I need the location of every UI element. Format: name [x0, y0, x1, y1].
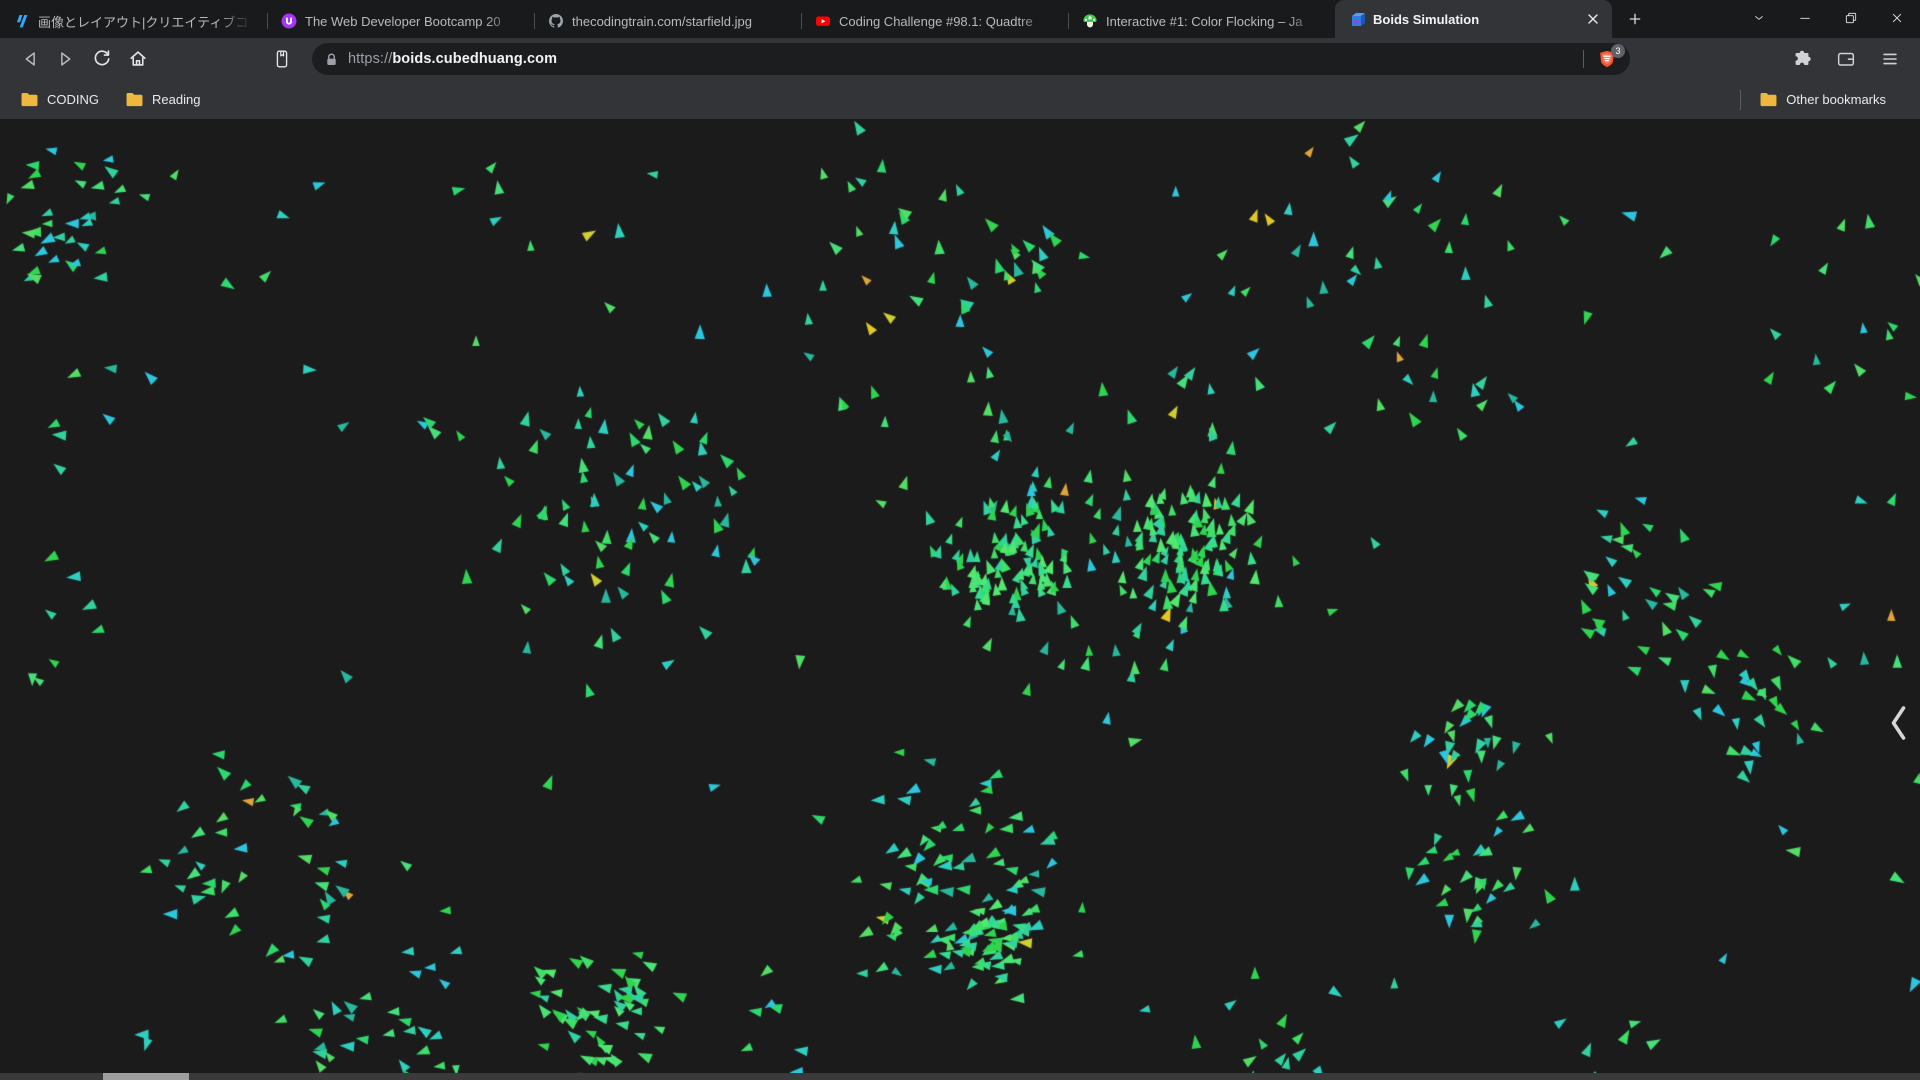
restore-icon — [1845, 12, 1857, 24]
home-button[interactable] — [122, 43, 154, 75]
wallet-button[interactable] — [1830, 43, 1862, 75]
extensions-puzzle-icon — [1795, 50, 1811, 65]
other-bookmarks-label: Other bookmarks — [1786, 92, 1886, 107]
browser-tab[interactable]: Coding Challenge #98.1: Quadtre — [801, 4, 1068, 38]
restore-button[interactable] — [1828, 0, 1874, 36]
page-content — [0, 119, 1920, 1080]
boids-canvas[interactable] — [0, 119, 1920, 1080]
tab-title: 画像とレイアウト|クリエイティブコーデ — [38, 14, 257, 30]
mushroom-icon — [1082, 13, 1098, 29]
reload-icon — [94, 50, 110, 66]
scrollbar-thumb[interactable] — [103, 1073, 189, 1080]
toolbar: https://boids.cubedhuang.com 3 — [0, 38, 1920, 80]
bookmark-folder-item[interactable]: CODING — [14, 86, 105, 114]
minimize-button[interactable] — [1782, 0, 1828, 36]
lock-icon[interactable] — [324, 52, 339, 67]
chevron-left-icon — [1891, 706, 1906, 740]
bookmark-folder-item[interactable]: Reading — [119, 86, 206, 114]
tab-title: thecodingtrain.com/starfield.jpg — [572, 13, 752, 29]
close-icon — [1892, 13, 1902, 23]
folder-icon — [126, 92, 143, 107]
udemy-icon — [281, 13, 297, 29]
browser-tab[interactable]: Boids Simulation — [1335, 0, 1612, 38]
bookmark-label: Reading — [152, 92, 201, 107]
youtube-icon — [815, 13, 831, 29]
horizontal-scrollbar[interactable] — [0, 1073, 1920, 1080]
boids-cube-icon — [1349, 11, 1365, 27]
url-domain: boids.cubedhuang.com — [392, 51, 558, 67]
reload-button[interactable] — [86, 43, 118, 75]
browser-window: 画像とレイアウト|クリエイティブコーデ The Web Developer Bo… — [0, 0, 1920, 1080]
menu-icon — [1883, 53, 1897, 65]
settings-panel-toggle[interactable] — [1888, 703, 1908, 743]
bookmarks-items: CODING Reading — [14, 86, 220, 114]
bookmarks-bar: CODING Reading Other bookmarks — [0, 80, 1920, 119]
wallet-icon — [1837, 52, 1855, 66]
folder-icon — [21, 92, 38, 107]
tab-title: Boids Simulation — [1373, 11, 1480, 27]
github-icon — [548, 13, 564, 29]
extensions-button[interactable] — [1786, 43, 1818, 75]
tab-bar: 画像とレイアウト|クリエイティブコーデ The Web Developer Bo… — [0, 0, 1920, 38]
tab-title: The Web Developer Bootcamp 20 — [305, 13, 501, 29]
new-tab-button[interactable] — [1620, 4, 1650, 34]
toolbar-right — [1786, 43, 1906, 75]
forward-button[interactable] — [50, 43, 82, 75]
minimize-icon — [1800, 17, 1810, 19]
url-scheme: https:// — [348, 51, 393, 67]
close-window-button[interactable] — [1874, 0, 1920, 36]
browser-tab[interactable]: thecodingtrain.com/starfield.jpg — [534, 4, 801, 38]
other-bookmarks-button[interactable]: Other bookmarks — [1753, 86, 1892, 114]
bookmark-panel-icon — [276, 50, 288, 68]
bookmark-label: CODING — [47, 92, 99, 107]
back-button[interactable] — [14, 43, 46, 75]
browser-tab[interactable]: Interactive #1: Color Flocking – Ja — [1068, 4, 1335, 38]
tab-close-button[interactable] — [1584, 10, 1602, 28]
tab-title: Coding Challenge #98.1: Quadtre — [839, 13, 1033, 29]
brave-shield-button[interactable]: 3 — [1594, 44, 1625, 72]
chevron-down-icon — [1755, 16, 1763, 20]
urlbar-separator — [1583, 50, 1584, 68]
shield-badge: 3 — [1611, 44, 1625, 58]
address-bar[interactable]: https://boids.cubedhuang.com 3 — [312, 43, 1630, 75]
tab-search-button[interactable] — [1736, 0, 1782, 36]
bookmarks-separator — [1740, 89, 1742, 110]
slashes-icon — [14, 13, 30, 29]
plus-icon — [1629, 13, 1641, 25]
bookmark-panel-button[interactable] — [266, 43, 298, 75]
menu-button[interactable] — [1874, 43, 1906, 75]
home-icon — [130, 51, 146, 66]
browser-tab[interactable]: 画像とレイアウト|クリエイティブコーデ — [0, 4, 267, 38]
tab-title: Interactive #1: Color Flocking – Ja — [1106, 13, 1303, 29]
folder-icon — [1760, 92, 1777, 107]
forward-icon — [61, 52, 71, 66]
tab-strip: 画像とレイアウト|クリエイティブコーデ The Web Developer Bo… — [0, 0, 1612, 38]
close-icon — [1588, 14, 1598, 24]
browser-tab[interactable]: The Web Developer Bootcamp 20 — [267, 4, 534, 38]
url-text: https://boids.cubedhuang.com — [348, 51, 557, 67]
back-icon — [25, 52, 35, 66]
